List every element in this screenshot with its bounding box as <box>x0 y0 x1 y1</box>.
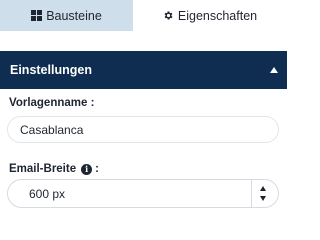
template-name-label-text: Vorlagenname : <box>9 97 95 109</box>
email-width-label: Email-Breite i : <box>9 163 99 175</box>
template-name-label: Vorlagenname : <box>9 97 94 109</box>
stepper-up-icon[interactable] <box>260 186 266 191</box>
stepper-down-icon[interactable] <box>260 196 266 201</box>
tab-bausteine-label: Bausteine <box>46 8 102 23</box>
email-width-label-suffix: : <box>95 163 99 175</box>
grid-icon <box>31 10 46 21</box>
tab-eigenschaften[interactable]: Eigenschaften <box>133 0 287 31</box>
email-width-value[interactable]: 600 px <box>8 187 251 201</box>
tab-bausteine[interactable]: Bausteine <box>0 0 133 31</box>
caret-up-icon[interactable] <box>270 67 278 73</box>
email-width-label-text: Email-Breite <box>9 163 77 175</box>
gear-icon <box>163 10 178 21</box>
tab-bar: Bausteine Eigenschaften <box>0 0 287 31</box>
einstellungen-panel-header[interactable]: Einstellungen <box>0 51 287 89</box>
quantity-stepper <box>251 180 274 207</box>
panel-title: Einstellungen <box>10 63 92 77</box>
tab-eigenschaften-label: Eigenschaften <box>177 8 258 23</box>
email-width-input[interactable]: 600 px <box>7 179 279 208</box>
template-name-input[interactable] <box>7 116 279 143</box>
info-icon[interactable]: i <box>81 163 93 175</box>
